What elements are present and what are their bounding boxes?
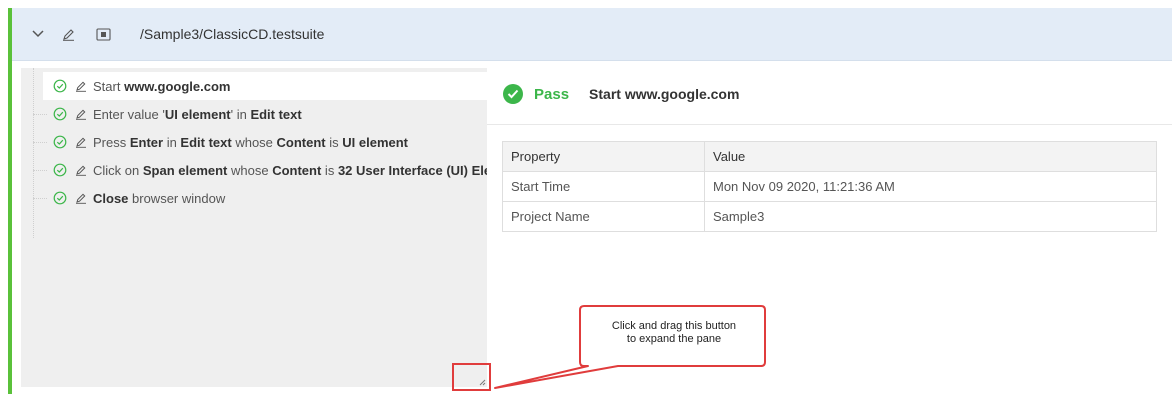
pane-resize-handle[interactable] bbox=[452, 363, 491, 391]
callout-line-2: to expand the pane bbox=[626, 333, 722, 345]
resize-grip-icon bbox=[479, 379, 486, 386]
callout-line-1: Click and drag this button bbox=[611, 320, 737, 332]
annotation-callout-text: Click and drag this button to expand the… bbox=[585, 320, 763, 346]
